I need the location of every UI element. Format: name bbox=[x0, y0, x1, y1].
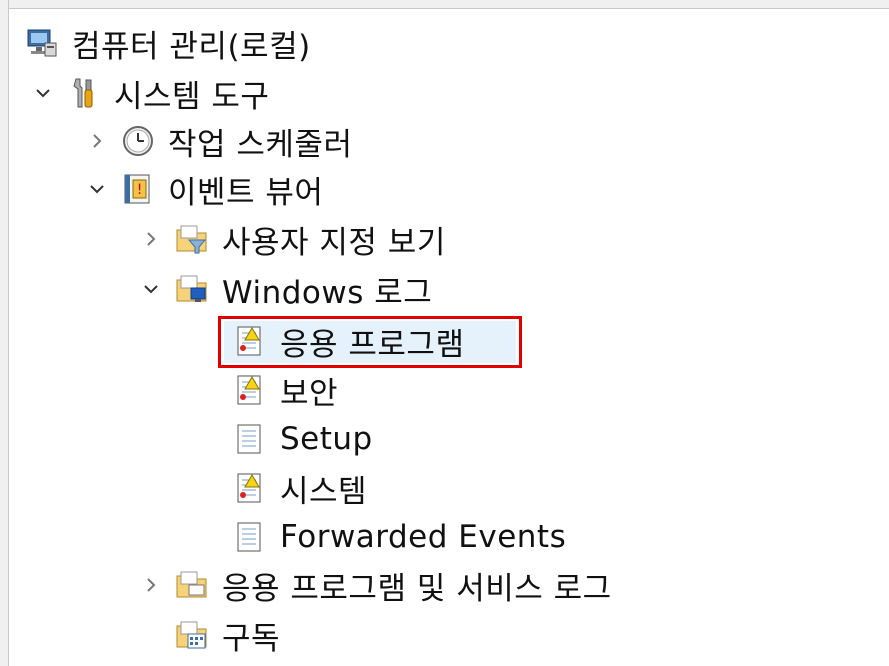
computer-management-icon bbox=[24, 25, 60, 61]
tree-node-task-scheduler[interactable]: 작업 스케줄러 bbox=[84, 118, 352, 164]
tree-node-app-service-logs[interactable]: 응용 프로그램 및 서비스 로그 bbox=[138, 562, 612, 608]
tree-node-windows-logs[interactable]: Windows 로그 bbox=[138, 266, 432, 312]
tree-node-event-viewer[interactable]: ! 이벤트 뷰어 bbox=[84, 166, 323, 212]
chevron-down-icon[interactable] bbox=[138, 276, 164, 302]
event-viewer-icon: ! bbox=[120, 171, 156, 207]
clock-icon bbox=[120, 123, 156, 159]
tree-node-label: 보안 bbox=[280, 375, 339, 412]
log-icon bbox=[232, 519, 268, 555]
tree-node-label: 작업 스케줄러 bbox=[168, 126, 353, 163]
tree-node-system-log[interactable]: 시스템 bbox=[232, 465, 367, 511]
tree-node-label: Setup bbox=[280, 421, 373, 457]
tree-node-label: 구독 bbox=[222, 620, 281, 657]
tree-node-system-tools[interactable]: 시스템 도구 bbox=[30, 70, 269, 116]
chevron-right-icon[interactable] bbox=[84, 128, 110, 154]
tree-node-label: 컴퓨터 관리(로컬) bbox=[72, 28, 311, 65]
warning-log-icon bbox=[232, 372, 268, 408]
chevron-down-icon[interactable] bbox=[30, 80, 56, 106]
tree-node-computer-management[interactable]: 컴퓨터 관리(로컬) bbox=[24, 20, 311, 66]
chevron-right-icon[interactable] bbox=[138, 572, 164, 598]
subscription-icon bbox=[174, 617, 210, 653]
tree-node-label: 이벤트 뷰어 bbox=[168, 174, 324, 211]
tree-node-label: 시스템 도구 bbox=[114, 78, 270, 115]
tree-node-forwarded-events-log[interactable]: Forwarded Events bbox=[232, 514, 566, 560]
tools-icon bbox=[66, 75, 102, 111]
chevron-down-icon[interactable] bbox=[84, 176, 110, 202]
tree-node-security-log[interactable]: 보안 bbox=[232, 367, 338, 413]
tree-node-custom-views[interactable]: 사용자 지정 보기 bbox=[138, 216, 446, 262]
svg-text:!: ! bbox=[137, 182, 143, 198]
chevron-right-icon[interactable] bbox=[138, 226, 164, 252]
selection-highlight-box bbox=[218, 316, 522, 368]
tree-node-setup-log[interactable]: Setup bbox=[232, 416, 373, 462]
tree-node-label: 응용 프로그램 및 서비스 로그 bbox=[222, 570, 612, 607]
folder-icon bbox=[174, 567, 210, 603]
tree-node-label: 사용자 지정 보기 bbox=[222, 224, 446, 261]
tree-node-label: Windows 로그 bbox=[222, 274, 433, 311]
tree-node-subscriptions[interactable]: 구독 bbox=[174, 612, 280, 658]
tree-node-label: Forwarded Events bbox=[280, 519, 567, 555]
warning-log-icon bbox=[232, 470, 268, 506]
console-tree: 컴퓨터 관리(로컬) 시스템 도구 작업 스케줄러 ! 이벤트 뷰어 사용자 지… bbox=[0, 0, 889, 666]
log-icon bbox=[232, 421, 268, 457]
filter-folder-icon bbox=[174, 221, 210, 257]
tree-node-label: 시스템 bbox=[280, 473, 368, 510]
windows-folder-icon bbox=[174, 271, 210, 307]
